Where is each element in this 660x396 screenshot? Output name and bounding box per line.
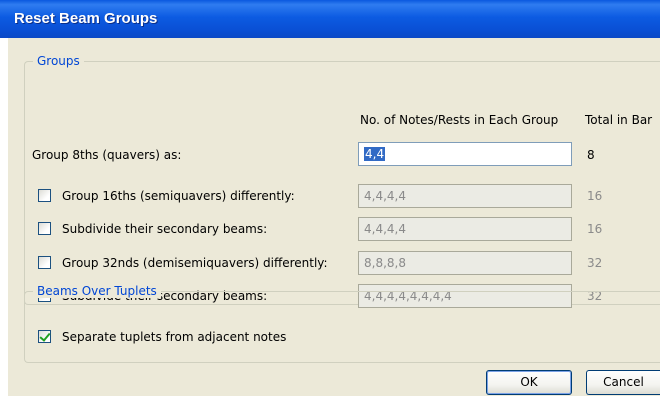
col-header-total: Total in Bar	[585, 113, 653, 127]
row-subdivide-16ths-label: Subdivide their secondary beams:	[62, 222, 268, 236]
group-16ths-input[interactable]: 4,4,4,4	[358, 184, 572, 208]
group-16ths-checkbox[interactable]	[38, 189, 51, 202]
subdivide-16ths-input[interactable]: 4,4,4,4	[358, 217, 572, 241]
dialog-body: Groups No. of Notes/Rests in Each Group …	[8, 38, 660, 396]
group-32nds-input[interactable]: 8,8,8,8	[358, 251, 572, 275]
ok-button[interactable]: OK	[486, 370, 572, 395]
total-32nds: 32	[587, 256, 603, 270]
subdivide-16ths-checkbox[interactable]	[38, 222, 51, 235]
title-bar[interactable]: Reset Beam Groups	[0, 0, 660, 38]
total-subdivide-16ths: 16	[587, 222, 603, 236]
row-8ths-label: Group 8ths (quavers) as:	[32, 148, 182, 162]
group-8ths-value: 4,4	[364, 147, 386, 161]
separate-tuplets-checkbox[interactable]	[38, 330, 51, 343]
total-16ths: 16	[587, 189, 603, 203]
row-16ths-label: Group 16ths (semiquavers) differently:	[62, 189, 295, 203]
group-32nds-checkbox[interactable]	[38, 256, 51, 269]
cancel-button[interactable]: Cancel	[586, 370, 660, 395]
row-32nds-label: Group 32nds (demisemiquavers) differentl…	[62, 256, 328, 270]
total-8ths: 8	[587, 148, 595, 162]
groups-legend: Groups	[33, 54, 84, 68]
col-header-notes: No. of Notes/Rests in Each Group	[360, 113, 559, 127]
separate-tuplets-label: Separate tuplets from adjacent notes	[62, 330, 287, 344]
group-8ths-input[interactable]: 4,4	[358, 142, 572, 166]
window-title: Reset Beam Groups	[14, 10, 158, 27]
tuplets-fieldset	[24, 291, 660, 363]
tuplets-legend: Beams Over Tuplets	[33, 284, 161, 298]
